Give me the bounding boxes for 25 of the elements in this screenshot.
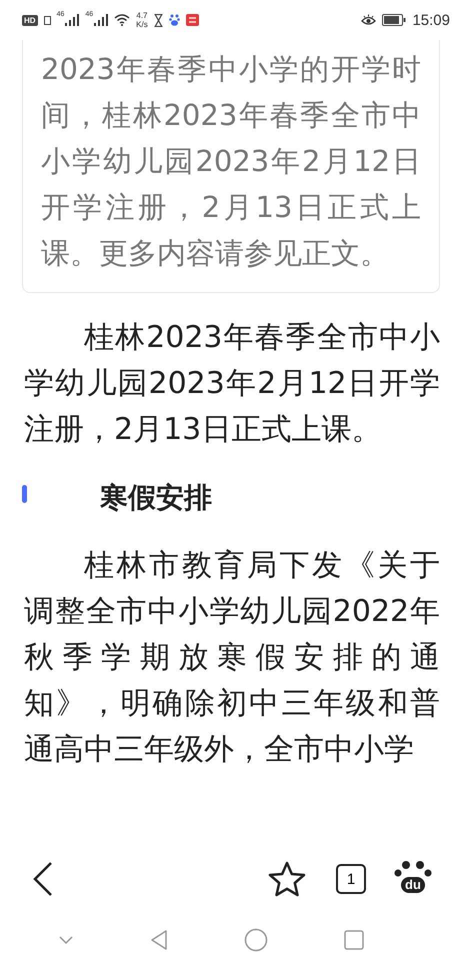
sim-icon bbox=[44, 16, 51, 24]
recents-button[interactable] bbox=[344, 930, 364, 950]
eye-icon bbox=[361, 14, 376, 26]
back-button[interactable] bbox=[32, 861, 54, 897]
paw-icon bbox=[168, 14, 180, 26]
back-nav-button[interactable] bbox=[150, 929, 168, 951]
summary-text: 2023年春季中小学的开学时间，桂林2023年春季全市中小学幼儿园2023年2月12日开学注册，2月13日正式上课。更多内容请参见正文。 bbox=[41, 51, 421, 272]
article-paragraph: 桂林市教育局下发《关于调整全市中小学幼儿园2022年秋季学期放寒假安排的通知》，明确除初中三年级和普通高中三年级外，全市中小学 bbox=[24, 547, 440, 769]
network-speed: 4.7 K/s bbox=[136, 11, 148, 29]
paw-logo-button[interactable]: du bbox=[394, 860, 432, 898]
signal-icon bbox=[94, 14, 108, 26]
section-heading: 寒假安排 bbox=[100, 480, 212, 516]
collapse-button[interactable] bbox=[58, 935, 74, 945]
battery-icon bbox=[382, 14, 406, 26]
signal-icon bbox=[65, 14, 80, 26]
hourglass-icon bbox=[154, 14, 163, 26]
heading-marker bbox=[22, 485, 27, 503]
favorite-button[interactable] bbox=[268, 861, 306, 897]
article-paragraph: 桂林2023年春季全市中小学幼儿园2023年2月12日开学注册，2月13日正式上课。 bbox=[24, 319, 440, 449]
clock-time: 15:09 bbox=[412, 12, 450, 28]
home-button[interactable] bbox=[244, 928, 268, 952]
wifi-icon bbox=[114, 14, 130, 26]
app-icon bbox=[186, 14, 199, 26]
hd-badge: HD bbox=[22, 14, 38, 26]
tabs-button[interactable]: 1 bbox=[336, 864, 366, 894]
